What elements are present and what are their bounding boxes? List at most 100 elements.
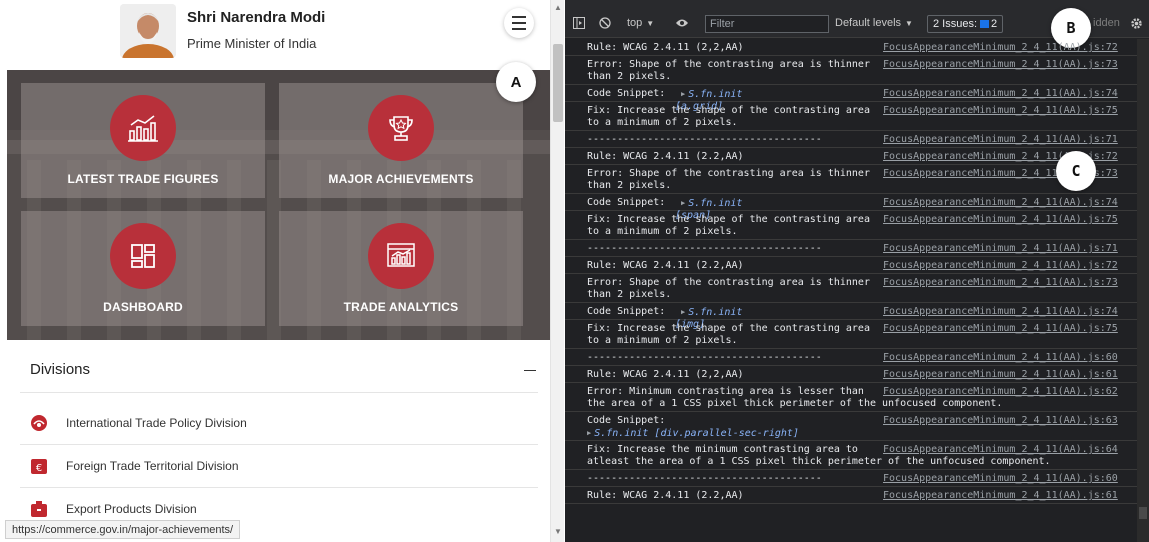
clear-console-icon[interactable] (599, 8, 611, 38)
pm-name: Shri Narendra Modi (187, 9, 326, 26)
tile-label: TRADE ANALYTICS (343, 300, 459, 314)
console-settings-gear-icon[interactable] (1130, 8, 1143, 38)
live-expression-eye-icon[interactable] (675, 8, 689, 38)
source-file-link[interactable]: FocusAppearanceMinimum_2_4_11(AA).js:61 (883, 490, 1118, 502)
tile-major-achievements[interactable]: MAJOR ACHIEVEMENTS (279, 83, 523, 198)
division-label: Foreign Trade Territorial Division (66, 459, 239, 473)
status-bar-url: https://commerce.gov.in/major-achievemen… (5, 520, 241, 539)
expand-triangle-icon[interactable]: ▶ (681, 199, 685, 207)
issue-message-icon (980, 20, 990, 28)
pm-title: Prime Minister of India (187, 36, 317, 51)
console-message-text: Rule: WCAG 2.4.11 (2.2,AA) (587, 490, 744, 501)
source-file-link[interactable]: FocusAppearanceMinimum_2_4_11(AA).js:72 (883, 42, 1118, 54)
source-file-link[interactable]: FocusAppearanceMinimum_2_4_11(AA).js:75 (883, 214, 1118, 226)
website-viewport: Shri Narendra Modi Prime Minister of Ind… (0, 0, 550, 542)
source-file-link[interactable]: FocusAppearanceMinimum_2_4_11(AA).js:64 (883, 444, 1118, 456)
package-icon (30, 500, 48, 518)
sidebar-toggle-icon[interactable] (573, 8, 585, 38)
code-snippet-line: ▶ S.fn.init [div.parallel-sec-right] (587, 427, 799, 440)
console-message-text: Error: Shape of the contrasting area is … (587, 168, 870, 191)
source-file-link[interactable]: FocusAppearanceMinimum_2_4_11(AA).js:74 (883, 197, 1118, 209)
devtools-tab-strip (565, 0, 1149, 8)
console-message-text: --------------------------------------- (587, 134, 822, 145)
source-file-link[interactable]: FocusAppearanceMinimum_2_4_11(AA).js:71 (883, 134, 1118, 146)
console-scroll-thumb[interactable] (1139, 507, 1147, 519)
console-message-text: --------------------------------------- (587, 473, 822, 484)
source-file-link[interactable]: FocusAppearanceMinimum_2_4_11(AA).js:74 (883, 306, 1118, 318)
console-message-text: Error: Shape of the contrasting area is … (587, 59, 870, 82)
trophy-icon (368, 95, 434, 161)
console-message-text: --------------------------------------- (587, 243, 822, 254)
bar-chart-icon (110, 95, 176, 161)
source-file-link[interactable]: FocusAppearanceMinimum_2_4_11(AA).js:61 (883, 369, 1118, 381)
source-file-link[interactable]: FocusAppearanceMinimum_2_4_11(AA).js:75 (883, 323, 1118, 335)
console-message-text: Rule: WCAG 2.4.11 (2.2,AA) (587, 151, 744, 162)
source-file-link[interactable]: FocusAppearanceMinimum_2_4_11(AA).js:60 (883, 352, 1118, 364)
tile-dashboard[interactable]: DASHBOARD (21, 211, 265, 326)
expand-triangle-icon[interactable]: ▶ (681, 308, 685, 316)
console-message-row: Rule: WCAG 2.4.11 (2.2,AA) FocusAppearanc… (565, 257, 1137, 274)
svg-text:€: € (36, 463, 42, 474)
expand-triangle-icon[interactable]: ▶ (587, 429, 591, 437)
console-message-text: Rule: WCAG 2.4.11 (2,2,AA) (587, 42, 744, 53)
website-scrollbar[interactable]: ▲ ▼ (550, 0, 564, 542)
console-message-row: Rule: WCAG 2.4.11 (2.2,AA) FocusAppearanc… (565, 487, 1137, 504)
tile-latest-trade-figures[interactable]: LATEST TRADE FIGURES (21, 83, 265, 198)
division-item-foreign-trade-territorial[interactable]: € Foreign Trade Territorial Division (20, 445, 538, 487)
console-message-row: Code Snippet: ▶ S.fn.init [div.parallel-se… (565, 412, 1137, 441)
console-message-text: Fix: Increase the shape of the contrasti… (587, 105, 870, 128)
console-message-continuation: the area of a 1 CSS pixel thick perimete… (587, 398, 1003, 409)
site-header: Shri Narendra Modi Prime Minister of Ind… (0, 0, 550, 62)
console-message-text: Fix: Increase the shape of the contrasti… (587, 214, 870, 237)
source-file-link[interactable]: FocusAppearanceMinimum_2_4_11(AA).js:60 (883, 473, 1118, 485)
console-filter-input[interactable]: Filter (705, 15, 829, 33)
scroll-down-arrow-icon[interactable]: ▼ (554, 528, 562, 536)
console-message-text: Fix: Increase the minimum contrasting ar… (587, 444, 858, 455)
tile-label: LATEST TRADE FIGURES (67, 172, 219, 186)
expand-triangle-icon[interactable]: ▶ (681, 90, 685, 98)
tile-label: MAJOR ACHIEVEMENTS (328, 172, 474, 186)
issues-label: 2 Issues: (933, 18, 978, 30)
divider (20, 392, 538, 393)
console-message-text: Rule: WCAG 2.4.11 (2,2,AA) (587, 369, 744, 380)
console-message-text: Error: Shape of the contrasting area is … (587, 277, 870, 300)
currency-icon: € (30, 457, 48, 475)
devtools-console-panel: top ▼ Filter Default levels ▼ 2 Issues: 2… (565, 0, 1149, 542)
scroll-up-arrow-icon[interactable]: ▲ (554, 4, 562, 12)
console-message-text: Code Snippet: (587, 88, 666, 99)
scroll-thumb[interactable] (553, 44, 563, 122)
analytics-icon (368, 223, 434, 289)
source-file-link[interactable]: FocusAppearanceMinimum_2_4_11(AA).js:74 (883, 88, 1118, 100)
log-levels-dropdown[interactable]: Default levels ▼ (835, 8, 913, 38)
source-file-link[interactable]: FocusAppearanceMinimum_2_4_11(AA).js:62 (883, 386, 1118, 398)
source-file-link[interactable]: FocusAppearanceMinimum_2_4_11(AA).js:73 (883, 277, 1118, 289)
console-message-row: Rule: WCAG 2.4.11 (2,2,AA) FocusAppearanc… (565, 39, 1137, 56)
code-snippet-object[interactable]: S.fn.init [div.parallel-sec-right] (594, 428, 799, 439)
division-item-international-trade-policy[interactable]: International Trade Policy Division (20, 402, 538, 444)
collapse-minus-icon[interactable] (524, 370, 536, 371)
hidden-count: idden (1093, 17, 1120, 29)
console-message-row: Fix: Increase the shape of the contrasti… (565, 211, 1137, 240)
menu-bar (512, 28, 526, 30)
chevron-down-icon: ▼ (646, 18, 655, 28)
console-scrollbar[interactable] (1137, 39, 1149, 542)
annotation-badge-a: A (496, 62, 536, 102)
avatar (120, 4, 176, 58)
source-file-link[interactable]: FocusAppearanceMinimum_2_4_11(AA).js:63 (883, 415, 1118, 427)
console-messages: Rule: WCAG 2.4.11 (2,2,AA) FocusAppearanc… (565, 39, 1137, 542)
source-file-link[interactable]: FocusAppearanceMinimum_2_4_11(AA).js:72 (883, 260, 1118, 272)
source-file-link[interactable]: FocusAppearanceMinimum_2_4_11(AA).js:73 (883, 59, 1118, 71)
console-message-row: --------------------------------------- F… (565, 349, 1137, 366)
console-message-row: --------------------------------------- F… (565, 470, 1137, 487)
issues-button[interactable]: 2 Issues: 2 (927, 15, 1004, 33)
source-file-link[interactable]: FocusAppearanceMinimum_2_4_11(AA).js:75 (883, 105, 1118, 117)
source-file-link[interactable]: FocusAppearanceMinimum_2_4_11(AA).js:71 (883, 243, 1118, 255)
hamburger-menu-button[interactable] (504, 8, 534, 38)
console-message-row: Code Snippet: ▶ S.fn.init [a.grid] FocusApp… (565, 85, 1137, 112)
console-message-text: Code Snippet: (587, 306, 666, 317)
dashboard-icon (110, 223, 176, 289)
context-selector-label: top (627, 17, 643, 29)
tile-trade-analytics[interactable]: TRADE ANALYTICS (279, 211, 523, 326)
annotation-badge-c: C (1056, 151, 1096, 191)
context-selector[interactable]: top ▼ (627, 8, 654, 38)
